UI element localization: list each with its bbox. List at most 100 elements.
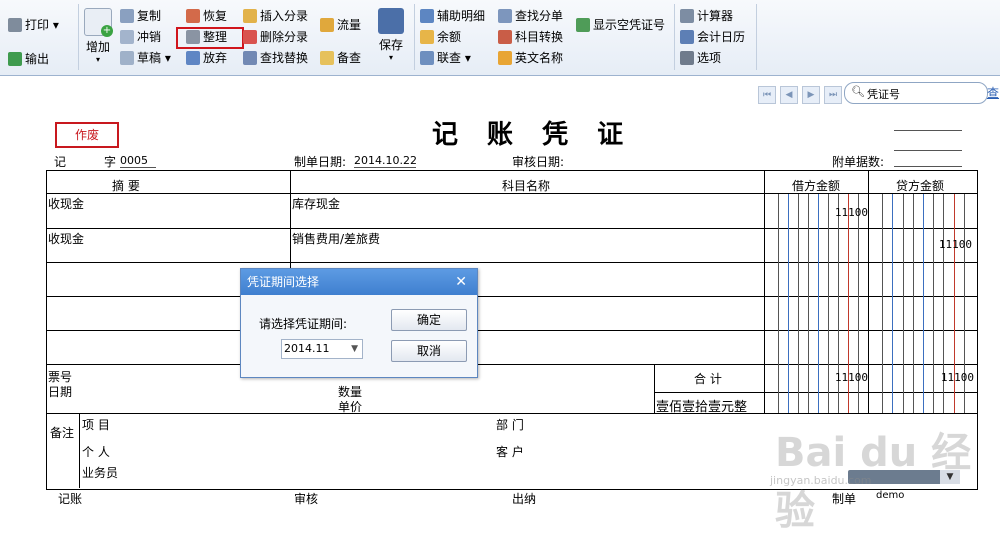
dialog-title: 凭证期间选择	[247, 275, 320, 289]
divider	[894, 130, 962, 131]
link-query-button[interactable]: 联查 ▾	[420, 49, 471, 67]
restore-icon	[186, 9, 200, 23]
total-credit: 11100	[940, 371, 974, 384]
insert-entry-button[interactable]: 插入分录	[243, 7, 308, 25]
options-button[interactable]: 选项	[680, 49, 721, 67]
project-label: 项 目	[82, 418, 110, 432]
period-select[interactable]: 2014.11 ▼	[281, 339, 363, 359]
entry-summary[interactable]: 收现金	[48, 195, 84, 212]
account-convert-button[interactable]: 科目转换	[498, 28, 563, 46]
draft-button[interactable]: 草稿 ▾	[120, 49, 171, 67]
toolbar-ribbon: 打印 ▾ 输出 + 增加 ▾ 复制 冲销 草稿 ▾ 恢复 整理 放弃 插入分录 删…	[0, 0, 1000, 76]
copy-button[interactable]: 复制	[120, 7, 161, 25]
watermark-url: jingyan.baidu.com	[770, 474, 872, 487]
save-button[interactable]: 保存 ▾	[376, 8, 406, 62]
separator	[78, 4, 79, 70]
print-button[interactable]: 打印 ▾	[8, 16, 59, 34]
department-label: 部 门	[496, 418, 524, 432]
voucher-no-label: 字	[104, 155, 117, 169]
separator	[756, 4, 757, 70]
balance-button[interactable]: 余额	[420, 28, 461, 46]
summary-header: 摘 要	[112, 179, 140, 193]
last-record-button[interactable]: ⏭	[824, 86, 842, 104]
debit-header: 借方金额	[792, 179, 841, 193]
find-replace-button[interactable]: 查找替换	[243, 49, 308, 67]
bookkeeper-label: 记账	[58, 492, 83, 506]
delete-entry-button[interactable]: 删除分录	[243, 28, 308, 46]
calculator-button[interactable]: 计算器	[680, 7, 733, 25]
void-stamp: 作废	[55, 122, 119, 148]
ok-button[interactable]: 确定	[391, 309, 467, 331]
price-label: 单价	[338, 400, 363, 414]
english-name-icon	[498, 51, 512, 65]
memo-label: 备注	[50, 426, 75, 440]
find-entry-button[interactable]: 查找分单	[498, 7, 563, 25]
reverse-icon	[120, 30, 134, 44]
period-value: 2014.11	[284, 342, 330, 355]
separator	[414, 4, 415, 70]
english-name-button[interactable]: 英文名称	[498, 49, 563, 67]
account-header: 科目名称	[502, 179, 551, 193]
options-icon	[680, 51, 694, 65]
voucher-search-input[interactable]: 🔍︎ 凭证号	[844, 82, 988, 104]
attach-field[interactable]	[894, 166, 962, 167]
date-field[interactable]: 2014.10.22	[354, 154, 417, 168]
export-button[interactable]: 输出	[8, 50, 49, 68]
divider	[894, 150, 962, 151]
credit-header: 贷方金额	[896, 179, 945, 193]
entry-account[interactable]: 销售费用/差旅费	[292, 230, 380, 247]
entry-account[interactable]: 库存现金	[292, 195, 340, 212]
chevron-down-icon: ▼	[351, 344, 358, 354]
voucher-title: 记 账 凭 证	[432, 120, 634, 150]
reverse-button[interactable]: 冲销	[120, 28, 161, 46]
divider	[868, 170, 869, 413]
search-placeholder: 凭证号	[867, 88, 900, 101]
divider	[764, 170, 765, 413]
audit-date-label: 审核日期:	[512, 155, 565, 169]
total-label: 合 计	[694, 372, 722, 386]
divider	[654, 392, 977, 393]
salesman-label: 业务员	[82, 466, 119, 480]
add-icon: +	[84, 8, 113, 37]
voucher-type[interactable]: 记	[54, 153, 66, 170]
date-label: 制单日期:	[294, 155, 347, 169]
divider	[79, 413, 80, 488]
search-icon: 🔍︎	[851, 85, 865, 98]
printer-icon	[8, 18, 22, 32]
aux-detail-button[interactable]: 辅助明细	[420, 7, 485, 25]
calendar-button[interactable]: 会计日历	[680, 28, 745, 46]
restore-button[interactable]: 恢复	[186, 7, 227, 25]
digit-column-line	[778, 194, 779, 413]
separator	[674, 4, 675, 70]
entry-credit[interactable]: 11100	[884, 238, 972, 251]
voucher-no-field[interactable]: 0005	[120, 154, 156, 168]
memo-button[interactable]: 备查	[320, 49, 361, 67]
calculator-icon	[680, 9, 694, 23]
close-icon[interactable]: ✕	[455, 269, 467, 295]
customer-label: 客 户	[496, 445, 524, 459]
discard-button[interactable]: 放弃	[186, 49, 227, 67]
export-icon	[8, 52, 22, 66]
prev-record-button[interactable]: ◀	[780, 86, 798, 104]
calendar-icon	[680, 30, 694, 44]
link-query-icon	[420, 51, 434, 65]
entry-debit[interactable]: 11100	[780, 206, 868, 219]
add-button[interactable]: + 增加 ▾	[84, 8, 113, 64]
save-icon	[378, 8, 404, 34]
divider	[654, 364, 655, 413]
first-record-button[interactable]: ⏮	[758, 86, 776, 104]
bill-date-label: 日期	[48, 385, 73, 399]
entry-summary[interactable]: 收现金	[48, 230, 84, 247]
show-empty-voucher-button[interactable]: 显示空凭证号	[576, 16, 665, 34]
dialog-titlebar: 凭证期间选择 ✕	[241, 269, 477, 295]
query-link[interactable]: 查	[987, 84, 999, 101]
insert-icon	[243, 9, 257, 23]
cancel-button[interactable]: 取消	[391, 340, 467, 362]
find-replace-icon	[243, 51, 257, 65]
attach-label: 附单据数:	[832, 155, 885, 169]
copy-icon	[120, 9, 134, 23]
next-record-button[interactable]: ▶	[802, 86, 820, 104]
flow-icon	[320, 18, 334, 32]
flow-button[interactable]: 流量	[320, 16, 361, 34]
total-in-words: 壹佰壹拾壹元整	[656, 400, 748, 415]
